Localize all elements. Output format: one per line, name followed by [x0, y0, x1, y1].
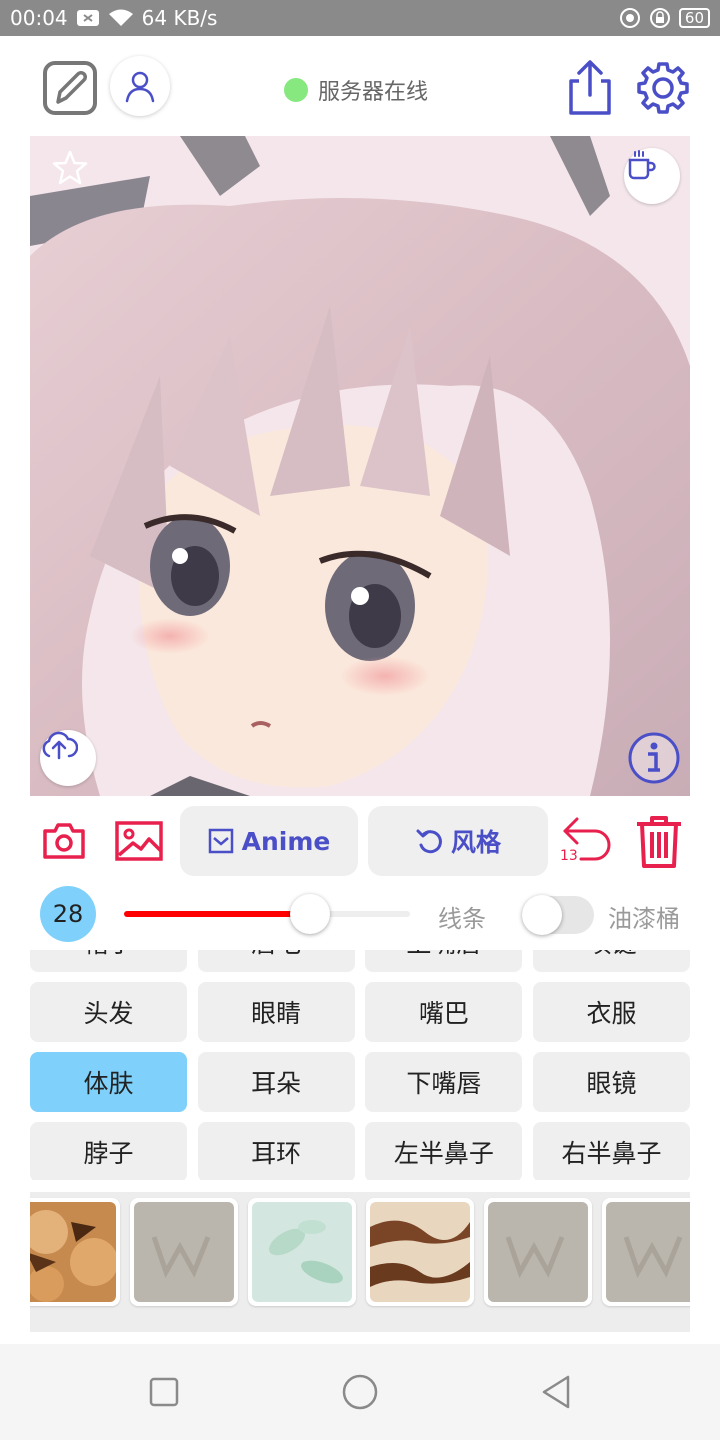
app-notification-icon	[619, 7, 641, 29]
trash-icon	[637, 816, 681, 868]
bucket-toggle-knob	[522, 895, 562, 935]
generated-anime-portrait	[30, 136, 690, 796]
pencil-square-icon	[43, 61, 97, 115]
texture-swatch[interactable]	[248, 1198, 356, 1306]
refresh-icon	[416, 829, 442, 854]
server-status-label: 服务器在线	[318, 80, 429, 105]
placeholder-texture	[134, 1202, 234, 1302]
bucket-label: 油漆桶	[608, 905, 680, 933]
part-grid: 帽子眉毛上嘴唇项链头发眼睛嘴巴衣服体肤耳朵下嘴唇眼镜脖子耳环左半鼻子右半鼻子	[30, 950, 690, 1180]
system-nav-bar	[0, 1344, 720, 1440]
brush-controls: 28 线条 油漆桶	[0, 884, 720, 944]
part-option[interactable]: 右半鼻子	[533, 1122, 690, 1180]
part-option[interactable]: 项链	[533, 950, 690, 972]
part-option[interactable]: 脖子	[30, 1122, 187, 1180]
gear-icon	[637, 62, 689, 114]
part-option[interactable]: 帽子	[30, 950, 187, 972]
back-button[interactable]	[538, 1374, 574, 1410]
camera-icon	[43, 823, 85, 859]
battery-indicator: 60	[678, 8, 710, 28]
brush-size-slider-thumb[interactable]	[289, 894, 330, 934]
anime-mode-button[interactable]: Anime	[180, 806, 358, 876]
texture-swatch[interactable]	[602, 1198, 690, 1306]
checkbox-icon	[208, 828, 233, 854]
bucket-toggle[interactable]	[522, 895, 594, 935]
share-button[interactable]	[562, 58, 618, 118]
favorite-button[interactable]	[50, 148, 106, 204]
line-mode-label[interactable]: 线条	[438, 899, 486, 934]
brush-size-slider-fill	[124, 911, 310, 917]
action-toolbar: Anime 风格 13	[0, 800, 720, 884]
home-button[interactable]	[342, 1374, 378, 1410]
coffee-cup-icon	[628, 150, 656, 180]
lock-icon	[649, 7, 671, 29]
triangle-back-icon	[542, 1375, 570, 1409]
part-option[interactable]: 上嘴唇	[365, 950, 523, 972]
style-button[interactable]: 风格	[368, 806, 548, 876]
placeholder-texture	[488, 1202, 588, 1302]
settings-button[interactable]	[634, 58, 692, 118]
star-icon	[52, 150, 88, 185]
part-option[interactable]: 衣服	[533, 982, 690, 1042]
part-selector: 帽子眉毛上嘴唇项链头发眼睛嘴巴衣服体肤耳朵下嘴唇眼镜脖子耳环左半鼻子右半鼻子	[30, 950, 690, 1180]
brush-size-slider[interactable]	[124, 911, 410, 917]
info-icon	[628, 732, 680, 784]
wifi-icon	[108, 8, 134, 28]
brush-size-badge: 28	[40, 886, 96, 942]
recents-button[interactable]	[146, 1374, 182, 1410]
part-option[interactable]: 嘴巴	[365, 982, 523, 1042]
style-label: 风格	[450, 828, 501, 857]
part-option[interactable]: 下嘴唇	[365, 1052, 523, 1112]
part-option[interactable]: 体肤	[30, 1052, 187, 1112]
part-option[interactable]: 头发	[30, 982, 187, 1042]
part-option[interactable]: 左半鼻子	[365, 1122, 523, 1180]
placeholder-texture	[606, 1202, 690, 1302]
part-option[interactable]: 耳环	[197, 1122, 355, 1180]
circle-icon	[342, 1374, 378, 1410]
texture-strip[interactable]	[30, 1192, 690, 1332]
server-online-indicator	[284, 78, 308, 102]
part-option[interactable]: 眼睛	[197, 982, 355, 1042]
camera-button[interactable]	[40, 816, 88, 866]
undo-count: 13	[560, 848, 578, 864]
draw-mode-button[interactable]	[40, 58, 100, 118]
user-icon	[125, 71, 155, 103]
part-option[interactable]: 眼镜	[533, 1052, 690, 1112]
texture-swatch[interactable]	[130, 1198, 238, 1306]
mint-leaf-texture	[252, 1202, 352, 1302]
part-option[interactable]: 眉毛	[197, 950, 355, 972]
top-bar: 服务器在线	[0, 36, 720, 136]
texture-swatch[interactable]	[484, 1198, 592, 1306]
server-status: 服务器在线	[284, 74, 428, 106]
image-icon	[115, 821, 163, 861]
cloud-upload-button[interactable]	[40, 730, 96, 786]
biscuit-texture	[30, 1202, 116, 1302]
anime-label: Anime	[241, 826, 331, 856]
part-option[interactable]: 耳朵	[197, 1052, 355, 1112]
delete-button[interactable]	[632, 812, 686, 872]
donate-button[interactable]	[624, 148, 680, 204]
clock: 00:04	[10, 6, 68, 30]
status-bar: 00:04 64 KB/s 60	[0, 0, 720, 36]
square-icon	[149, 1377, 179, 1407]
texture-swatch[interactable]	[366, 1198, 474, 1306]
marble-texture	[370, 1202, 470, 1302]
screenshot-icon	[76, 9, 100, 27]
texture-row	[30, 1198, 690, 1306]
drawing-canvas[interactable]	[30, 136, 690, 796]
share-upload-icon	[569, 60, 611, 115]
network-speed: 64 KB/s	[141, 6, 218, 30]
texture-swatch[interactable]	[30, 1198, 120, 1306]
gallery-button[interactable]	[114, 816, 164, 866]
account-button[interactable]	[110, 56, 170, 116]
cloud-upload-icon	[42, 731, 78, 760]
info-button[interactable]	[626, 730, 682, 786]
